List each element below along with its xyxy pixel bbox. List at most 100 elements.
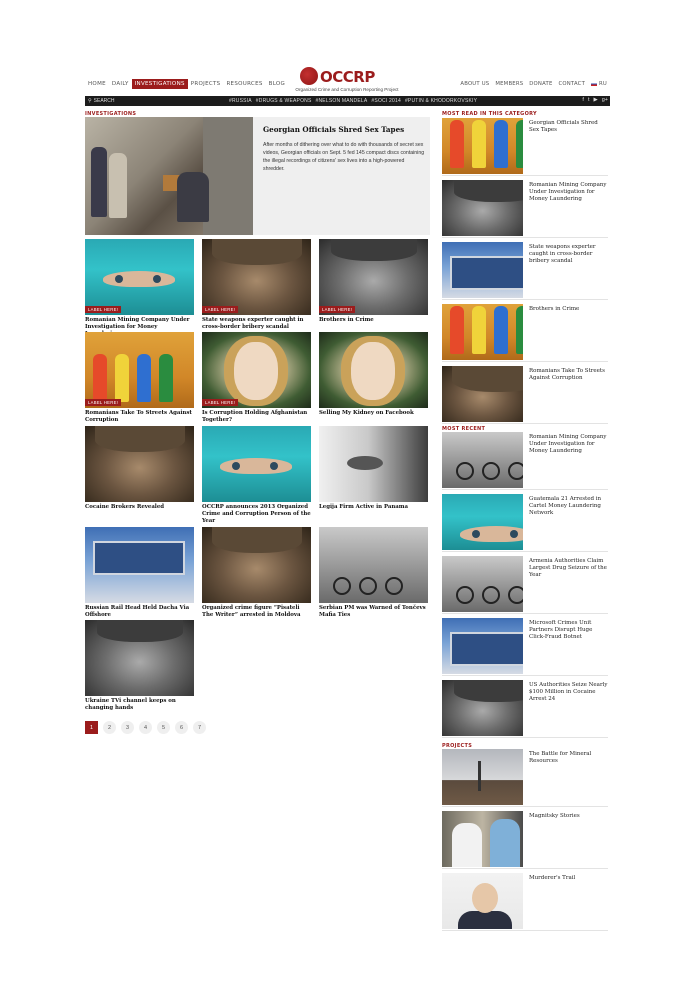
page-link[interactable]: 1 <box>85 721 98 734</box>
page-link[interactable]: 6 <box>175 721 188 734</box>
sidebar-story-image[interactable] <box>442 873 523 929</box>
story-card[interactable]: LABEL HERE! Romanians Take To Streets Aga… <box>85 332 194 424</box>
story-card[interactable]: Organized crime figure “Pisateli The Wri… <box>202 527 311 619</box>
story-title[interactable]: Is Corruption Holding Afghanistan Togeth… <box>202 410 311 424</box>
sidebar-story-image[interactable] <box>442 556 523 612</box>
story-image[interactable]: LABEL HERE! <box>319 239 428 315</box>
sidebar-story-image[interactable] <box>442 180 523 236</box>
sidebar-story-image[interactable] <box>442 494 523 550</box>
sidebar-story-title[interactable]: Murderer's Trail <box>529 875 608 882</box>
story-image[interactable]: LABEL HERE! <box>85 332 194 408</box>
story-card[interactable]: Cocaine Brokers Revealed <box>85 426 194 511</box>
story-title[interactable]: State weapons experter caught in cross-b… <box>202 317 311 331</box>
page-link[interactable]: 3 <box>121 721 134 734</box>
sidebar-story-title[interactable]: Brothers in Crime <box>529 306 608 313</box>
sidebar-story[interactable]: Romanian Mining Company Under Investigat… <box>442 180 608 238</box>
story-image[interactable]: LABEL HERE! <box>85 239 194 315</box>
twitter-icon[interactable]: t <box>588 97 590 103</box>
sidebar-story[interactable]: Guatemala 21 Arrested in Cartel Money La… <box>442 494 608 552</box>
language-switch[interactable]: RU <box>588 79 610 89</box>
story-image[interactable] <box>202 426 311 502</box>
story-title[interactable]: Cocaine Brokers Revealed <box>85 504 194 511</box>
story-card[interactable]: LABEL HERE! State weapons experter caught… <box>202 239 311 331</box>
story-card[interactable]: LABEL HERE! Is Corruption Holding Afghani… <box>202 332 311 424</box>
sidebar-story[interactable]: Romanian Mining Company Under Investigat… <box>442 432 608 490</box>
tag-link[interactable]: #DRUGS & WEAPONS <box>256 98 312 104</box>
sidebar-story-image[interactable] <box>442 118 523 174</box>
google-plus-icon[interactable]: g+ <box>602 97 608 103</box>
story-title[interactable]: OCCRP announces 2013 Organized Crime and… <box>202 504 311 525</box>
nav-about-us[interactable]: ABOUT US <box>457 79 492 89</box>
page-link[interactable]: 2 <box>103 721 116 734</box>
story-title[interactable]: Romanians Take To Streets Against Corrup… <box>85 410 194 424</box>
featured-title[interactable]: Georgian Officials Shred Sex Tapes <box>263 125 423 134</box>
sidebar-story-title[interactable]: Georgian Officials Shred Sex Tapes <box>529 120 608 134</box>
story-title[interactable]: Russian Rail Head Held Dacha Via Offshor… <box>85 605 194 619</box>
sidebar-story-image[interactable] <box>442 811 523 867</box>
sidebar-story-title[interactable]: The Battle for Mineral Resources <box>529 751 608 765</box>
story-image[interactable] <box>319 527 428 603</box>
sidebar-story[interactable]: Romanians Take To Streets Against Corrup… <box>442 366 608 424</box>
story-image[interactable] <box>202 527 311 603</box>
story-image[interactable]: LABEL HERE! <box>202 332 311 408</box>
story-title[interactable]: Selling My Kidney on Facebook <box>319 410 428 417</box>
story-card[interactable]: LABEL HERE! Brothers in Crime <box>319 239 428 324</box>
story-image[interactable]: LABEL HERE! <box>202 239 311 315</box>
sidebar-story[interactable]: Georgian Officials Shred Sex Tapes <box>442 118 608 176</box>
story-card[interactable]: LABEL HERE! Romanian Mining Company Under… <box>85 239 194 338</box>
nav-projects[interactable]: PROJECTS <box>188 79 224 89</box>
sidebar-story[interactable]: State weapons experter caught in cross-b… <box>442 242 608 300</box>
nav-investigations[interactable]: INVESTIGATIONS <box>131 79 188 89</box>
sidebar-story-title[interactable]: Romanians Take To Streets Against Corrup… <box>529 368 608 382</box>
search-button[interactable]: ⚲ SEARCH <box>88 98 115 104</box>
featured-image[interactable] <box>85 117 253 235</box>
sidebar-story[interactable]: The Battle for Mineral Resources <box>442 749 608 807</box>
story-title[interactable]: Legija Firm Active in Panama <box>319 504 428 511</box>
nav-contact[interactable]: CONTACT <box>556 79 589 89</box>
story-card[interactable]: Russian Rail Head Held Dacha Via Offshor… <box>85 527 194 619</box>
page-link[interactable]: 7 <box>193 721 206 734</box>
story-image[interactable] <box>319 332 428 408</box>
story-title[interactable]: Brothers in Crime <box>319 317 428 324</box>
sidebar-story-image[interactable] <box>442 618 523 674</box>
facebook-icon[interactable]: f <box>582 97 584 103</box>
nav-donate[interactable]: DONATE <box>526 79 555 89</box>
sidebar-story-title[interactable]: US Authorities Seize Nearly $100 Million… <box>529 682 608 703</box>
sidebar-story-title[interactable]: Romanian Mining Company Under Investigat… <box>529 182 608 203</box>
sidebar-story-image[interactable] <box>442 366 523 422</box>
story-card[interactable]: Selling My Kidney on Facebook <box>319 332 428 417</box>
sidebar-story-image[interactable] <box>442 432 523 488</box>
sidebar-story-title[interactable]: Magnitsky Stories <box>529 813 608 820</box>
sidebar-story-title[interactable]: State weapons experter caught in cross-b… <box>529 244 608 265</box>
story-image[interactable] <box>85 620 194 696</box>
page-link[interactable]: 5 <box>157 721 170 734</box>
site-logo[interactable]: OCCRP Organized Crime and Corruption Rep… <box>282 67 412 95</box>
tag-link[interactable]: #SOCI 2014 <box>371 98 401 104</box>
story-card[interactable]: Ukraine TVi channel keeps on changing ha… <box>85 620 194 712</box>
sidebar-story[interactable]: Armenia Authorities Claim Largest Drug S… <box>442 556 608 614</box>
sidebar-story[interactable]: Murderer's Trail <box>442 873 608 931</box>
sidebar-story-image[interactable] <box>442 304 523 360</box>
story-card[interactable]: OCCRP announces 2013 Organized Crime and… <box>202 426 311 525</box>
nav-home[interactable]: HOME <box>85 79 109 89</box>
page-link[interactable]: 4 <box>139 721 152 734</box>
story-title[interactable]: Serbian PM was Warned of Tončevs Mafia T… <box>319 605 428 619</box>
sidebar-story-title[interactable]: Romanian Mining Company Under Investigat… <box>529 434 608 455</box>
sidebar-story-image[interactable] <box>442 749 523 805</box>
story-image[interactable] <box>319 426 428 502</box>
sidebar-story-image[interactable] <box>442 680 523 736</box>
sidebar-story-title[interactable]: Guatemala 21 Arrested in Cartel Money La… <box>529 496 608 517</box>
nav-members[interactable]: MEMBERS <box>492 79 526 89</box>
nav-daily[interactable]: DAILY <box>109 79 132 89</box>
story-title[interactable]: Organized crime figure “Pisateli The Wri… <box>202 605 311 619</box>
featured-story[interactable]: Georgian Officials Shred Sex Tapes After… <box>85 117 430 235</box>
story-title[interactable]: Ukraine TVi channel keeps on changing ha… <box>85 698 194 712</box>
tag-link[interactable]: #NELSON MANDELA <box>316 98 368 104</box>
story-image[interactable] <box>85 426 194 502</box>
sidebar-story[interactable]: US Authorities Seize Nearly $100 Million… <box>442 680 608 738</box>
nav-resources[interactable]: RESOURCES <box>223 79 265 89</box>
tag-link[interactable]: #RUSSIA <box>229 98 252 104</box>
sidebar-story[interactable]: Magnitsky Stories <box>442 811 608 869</box>
youtube-icon[interactable]: ▶ <box>593 97 597 103</box>
story-card[interactable]: Serbian PM was Warned of Tončevs Mafia T… <box>319 527 428 619</box>
